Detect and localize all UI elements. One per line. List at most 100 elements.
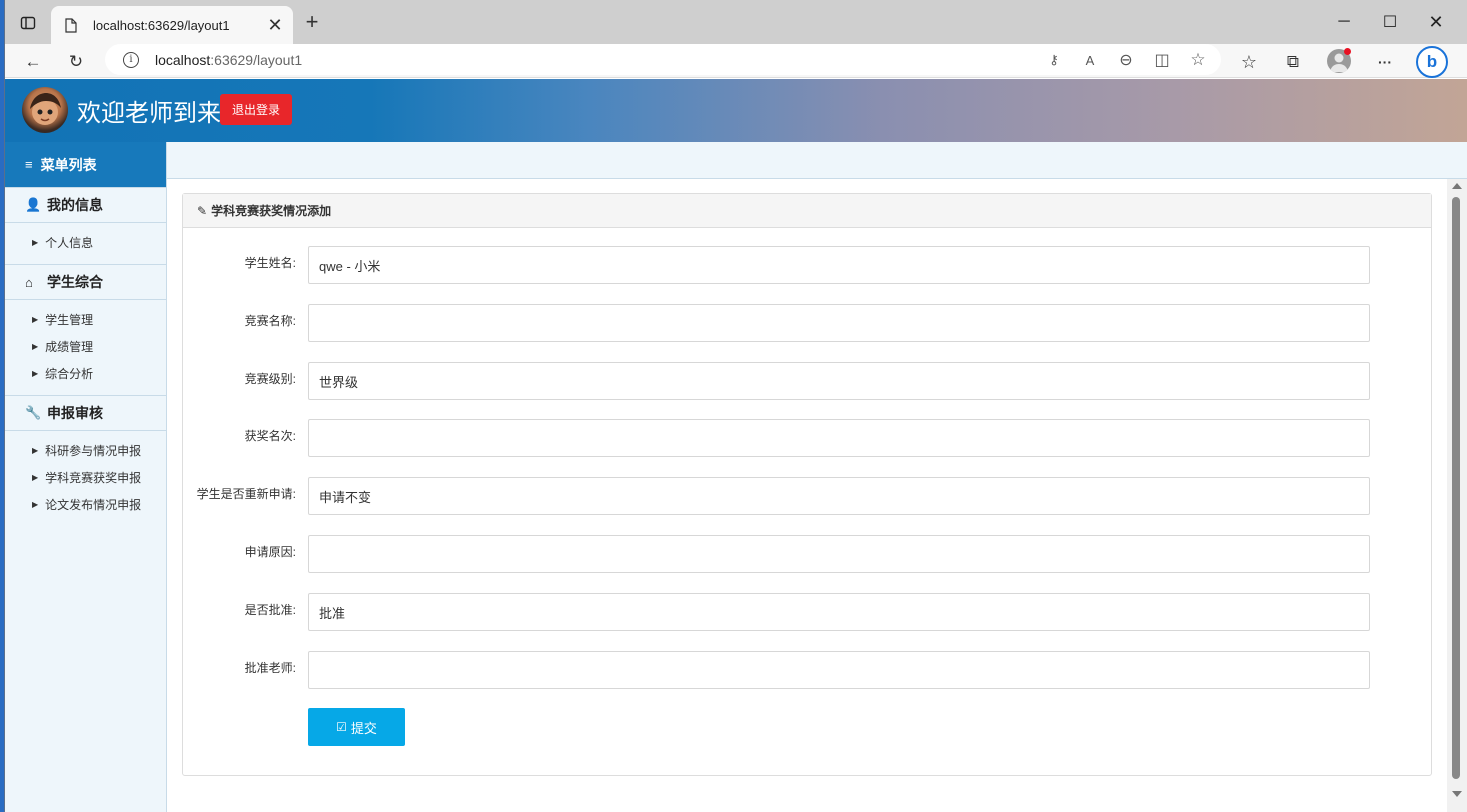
sidebar-item-label: 科研参与情况申报 [45,444,142,458]
check-square-icon: ☑ [336,720,347,734]
sidebar-group-label: 学生综合 [47,274,103,290]
zoom-out-icon[interactable]: ⊖ [1117,51,1135,69]
tab-title: localhost:63629/layout1 [93,17,230,33]
competition-level-field[interactable] [308,362,1370,400]
page-header: 欢迎老师到来 退出登录 [5,79,1467,142]
form-row-competition-name: 竞赛名称: [183,304,1433,342]
sidebar-item-research-report[interactable]: ▶ 科研参与情况申报 [5,437,166,464]
info-icon[interactable]: i [123,51,139,68]
approver-field[interactable] [308,651,1370,689]
submit-label: 提交 [350,720,377,736]
title-bar: localhost:63629/layout1 ✕ + ─ ☐ ✕ [5,0,1467,44]
url-path: :63629/layout1 [210,51,303,68]
field-label: 是否批准: [244,603,296,617]
caret-right-icon: ▶ [32,369,39,378]
sidebar-item-label: 学生管理 [45,313,94,327]
collections-button[interactable]: ⧉ [1279,48,1307,76]
sidebar-group-label: 申报审核 [47,405,103,421]
caret-right-icon: ▶ [32,315,39,324]
sidebar: ≡ 菜单列表 👤 我的信息 ▶ 个人信息 ⌂ 学生综合 ▶ 学生管理 ▶ 成绩管… [5,142,167,812]
url-host: localhost [155,51,211,68]
sidebar-sublist: ▶ 学生管理 ▶ 成绩管理 ▶ 综合分析 [5,300,166,395]
sidebar-item-competition-report[interactable]: ▶ 学科竞赛获奖申报 [5,464,166,491]
sidebar-item-label: 成绩管理 [45,340,94,354]
url-text[interactable]: localhost:63629/layout1 [155,52,302,68]
reapply-field[interactable] [308,477,1370,515]
scroll-thumb[interactable] [1452,197,1460,779]
refresh-button[interactable]: ↻ [63,49,89,75]
add-favorite-icon[interactable]: ☆ [1189,50,1207,69]
read-aloud-letter: A [1085,52,1095,68]
close-icon[interactable]: ✕ [267,16,283,34]
submit-button[interactable]: ☑ 提交 [308,708,405,746]
web-page: 欢迎老师到来 退出登录 ≡ 菜单列表 👤 我的信息 ▶ 个人信息 ⌂ 学生综合 [5,79,1467,812]
sidebar-item-analysis[interactable]: ▶ 综合分析 [5,360,166,387]
bing-icon[interactable]: b [1416,46,1448,78]
field-label: 申请原因: [244,545,296,559]
content-top-bar [167,142,1467,179]
list-icon: ≡ [25,157,33,172]
form-row-award-rank: 获奖名次: [183,419,1433,457]
caret-right-icon: ▶ [32,473,39,482]
address-bar-row: ← ↻ i localhost:63629/layout1 ⚷ A ⊖ ◫ ☆ … [5,44,1467,78]
scroll-up-arrow-icon[interactable] [1452,183,1462,189]
home-icon: ⌂ [25,274,33,290]
form-row-approver: 批准老师: [183,651,1433,689]
sidebar-title: ≡ 菜单列表 [5,142,166,187]
form-row-approved: 是否批准: [183,593,1433,631]
sidebar-item-paper-report[interactable]: ▶ 论文发布情况申报 [5,491,166,518]
field-label: 批准老师: [244,661,296,675]
back-button[interactable]: ← [20,49,46,75]
caret-right-icon: ▶ [32,342,39,351]
sidebar-item-label: 综合分析 [45,367,94,381]
new-tab-button[interactable]: + [301,11,323,34]
sidebar-sublist: ▶ 个人信息 [5,223,166,264]
approved-field[interactable] [308,593,1370,631]
minimize-button[interactable]: ─ [1321,8,1367,36]
sidebar-group-review[interactable]: 🔧 申报审核 [5,395,166,431]
page-scrollbar[interactable] [1447,179,1467,812]
split-screen-icon[interactable]: ◫ [1153,51,1171,69]
sidebar-title-label: 菜单列表 [40,156,97,173]
page-icon [63,17,79,33]
panel-title: 学科竞赛获奖情况添加 [211,204,332,218]
sidebar-item-grade-management[interactable]: ▶ 成绩管理 [5,333,166,360]
caret-right-icon: ▶ [32,500,39,509]
welcome-title: 欢迎老师到来 [77,100,221,127]
field-label: 竞赛级别: [244,372,296,386]
award-rank-field[interactable] [308,419,1370,457]
sidebar-item-label: 个人信息 [45,236,94,250]
form-panel: ✎ 学科竞赛获奖情况添加 学生姓名: 竞赛名称: 竞赛级别: 获奖名次: [182,193,1432,776]
wrench-icon: 🔧 [25,405,42,420]
reason-field[interactable] [308,535,1370,573]
more-button[interactable]: ··· [1371,48,1399,76]
browser-tab[interactable]: localhost:63629/layout1 ✕ [51,6,293,44]
maximize-button[interactable]: ☐ [1367,8,1413,36]
key-icon[interactable]: ⚷ [1045,51,1063,69]
sidebar-item-student-management[interactable]: ▶ 学生管理 [5,306,166,333]
sidebar-group-label: 我的信息 [47,197,103,213]
scroll-down-arrow-icon[interactable] [1452,791,1462,797]
sidebar-item-label: 论文发布情况申报 [45,498,142,512]
tab-actions-button[interactable] [17,12,39,34]
sidebar-group-my-info[interactable]: 👤 我的信息 [5,187,166,223]
form-row-competition-level: 竞赛级别: [183,362,1433,400]
user-icon: 👤 [25,197,42,212]
sidebar-group-student[interactable]: ⌂ 学生综合 [5,264,166,300]
logout-button[interactable]: 退出登录 [220,94,292,125]
panel-header: ✎ 学科竞赛获奖情况添加 [183,194,1431,228]
caret-right-icon: ▶ [32,446,39,455]
window-close-button[interactable]: ✕ [1413,8,1459,36]
browser-window: localhost:63629/layout1 ✕ + ─ ☐ ✕ ← ↻ i … [4,0,1467,812]
edit-icon: ✎ [197,203,208,218]
competition-name-field[interactable] [308,304,1370,342]
sidebar-item-personal-info[interactable]: ▶ 个人信息 [5,229,166,256]
student-name-field[interactable] [308,246,1370,284]
form-row-reapply: 学生是否重新申请: [183,477,1433,515]
read-aloud-icon[interactable]: A [1081,51,1099,69]
favorites-button[interactable]: ☆ [1235,48,1263,76]
field-label: 获奖名次: [244,429,296,443]
main-content: ✎ 学科竞赛获奖情况添加 学生姓名: 竞赛名称: 竞赛级别: 获奖名次: [167,179,1447,812]
field-label: 学生是否重新申请: [196,487,296,501]
field-label: 竞赛名称: [244,314,296,328]
